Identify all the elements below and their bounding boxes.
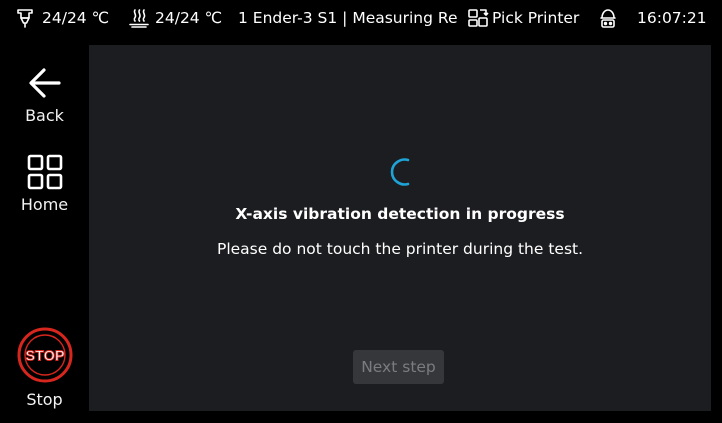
status-message: Please do not touch the printer during t… [216, 240, 584, 258]
back-label: Back [25, 106, 64, 125]
clock: 16:07:21 [637, 9, 707, 27]
robot-button[interactable] [597, 7, 619, 29]
clock-time: 16:07:21 [637, 9, 707, 27]
stop-sign-icon: STOP [16, 326, 74, 384]
loading-spinner-icon [384, 155, 414, 189]
nozzle-icon [14, 7, 36, 29]
status-headline: X-axis vibration detection in progress [235, 205, 565, 223]
home-button[interactable]: Home [0, 153, 89, 214]
stop-icon-text: STOP [25, 349, 65, 365]
pick-printer-button[interactable]: Pick Printer [467, 7, 579, 29]
side-navigation: Back Home STOP Stop [0, 36, 89, 423]
robot-icon [597, 7, 619, 29]
status-bar: 24/24 ℃ 24/24 ℃ 1 Ender-3 S1 | Measuring… [0, 0, 722, 36]
nozzle-temp-value: 24/24 ℃ [42, 9, 110, 27]
bed-temp-value: 24/24 ℃ [155, 9, 223, 27]
heated-bed-icon [128, 7, 150, 29]
printer-title-text: 1 Ender-3 S1 | Measuring Re [238, 9, 458, 27]
arrow-left-icon [26, 64, 64, 102]
stop-label: Stop [26, 390, 63, 409]
pick-printer-label: Pick Printer [492, 9, 580, 27]
grid-icon [26, 153, 64, 191]
back-button[interactable]: Back [0, 64, 89, 125]
nozzle-temperature[interactable]: 24/24 ℃ [14, 7, 109, 29]
next-step-button[interactable]: Next step [353, 350, 444, 384]
stop-button[interactable]: STOP Stop [0, 326, 89, 409]
screen: 24/24 ℃ 24/24 ℃ 1 Ender-3 S1 | Measuring… [0, 0, 722, 423]
bed-temperature[interactable]: 24/24 ℃ [128, 7, 222, 29]
printer-title: 1 Ender-3 S1 | Measuring Re [238, 9, 466, 27]
home-label: Home [20, 195, 69, 214]
main-panel: X-axis vibration detection in progress P… [89, 45, 711, 411]
pick-printer-icon [467, 7, 489, 29]
